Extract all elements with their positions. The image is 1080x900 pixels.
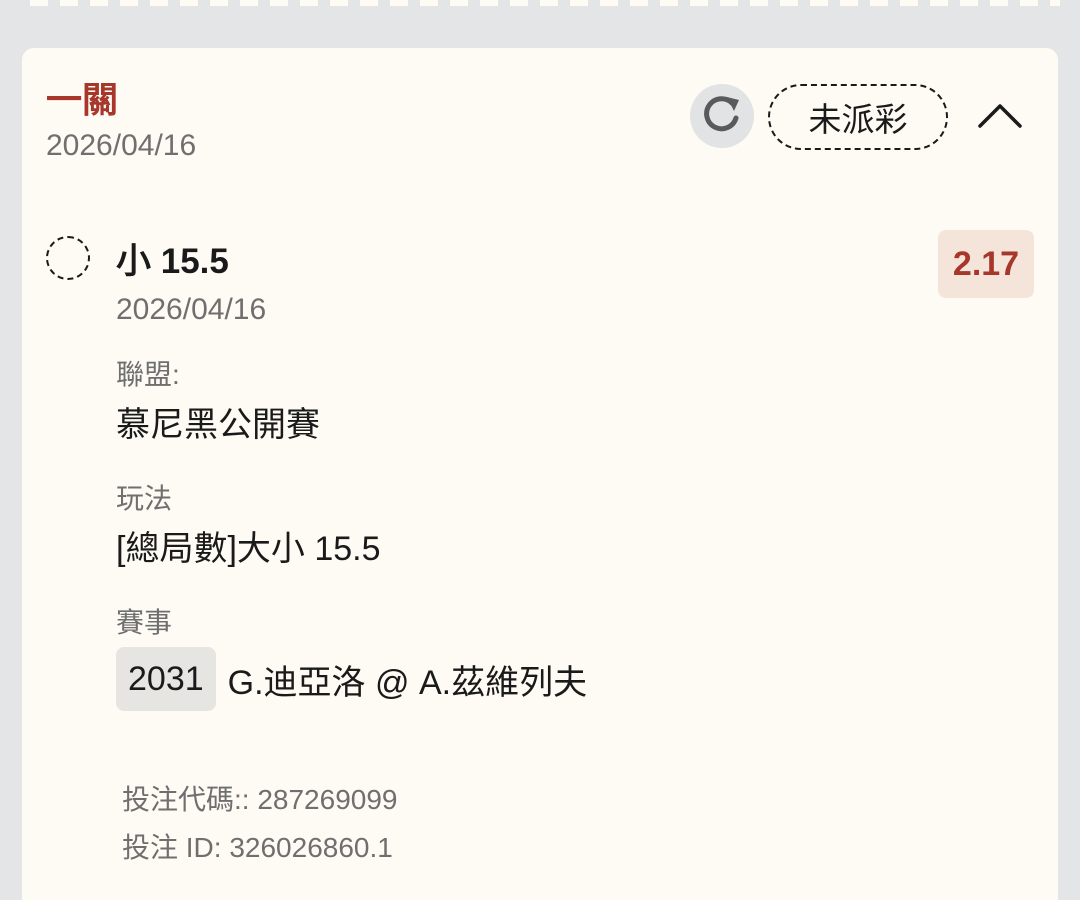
selection-name: 小 15.5 bbox=[116, 242, 229, 281]
refresh-button[interactable] bbox=[690, 84, 754, 148]
market-value: [總局數]大小 15.5 bbox=[116, 530, 381, 568]
odds-badge: 2.17 bbox=[938, 230, 1034, 298]
event-id-badge: 2031 bbox=[116, 647, 216, 711]
pending-dashed-circle-icon bbox=[46, 236, 90, 280]
league-value: 慕尼黑公開賽 bbox=[116, 406, 320, 444]
refresh-icon bbox=[700, 92, 744, 141]
event-name: G.迪亞洛 @ A.茲維列夫 bbox=[227, 663, 588, 702]
leg-date: 2026/04/16 bbox=[46, 129, 197, 162]
league-label: 聯盟: bbox=[116, 359, 180, 390]
bet-id: 投注 ID: 326026860.1 bbox=[122, 832, 393, 863]
ticket-notch-right bbox=[1060, 0, 1080, 24]
leg-title: 一關 bbox=[46, 79, 119, 120]
bet-code: 投注代碼:: 287269099 bbox=[122, 784, 398, 815]
market-label: 玩法 bbox=[116, 483, 173, 514]
ticket-perforation bbox=[0, 0, 1080, 6]
status-badge: 未派彩 bbox=[768, 84, 948, 150]
collapse-button[interactable] bbox=[970, 92, 1030, 142]
event-label: 賽事 bbox=[116, 607, 173, 638]
event-row: 2031 G.迪亞洛 @ A.茲維列夫 bbox=[116, 646, 587, 712]
ticket-notch-left bbox=[0, 0, 20, 24]
bet-leg-card: 一關 2026/04/16 未派彩 小 15.5 2026/04/16 2.17… bbox=[22, 48, 1058, 900]
bet-slip-screen: 一關 2026/04/16 未派彩 小 15.5 2026/04/16 2.17… bbox=[0, 0, 1080, 900]
selection-date: 2026/04/16 bbox=[116, 293, 267, 326]
chevron-up-icon bbox=[976, 100, 1024, 135]
